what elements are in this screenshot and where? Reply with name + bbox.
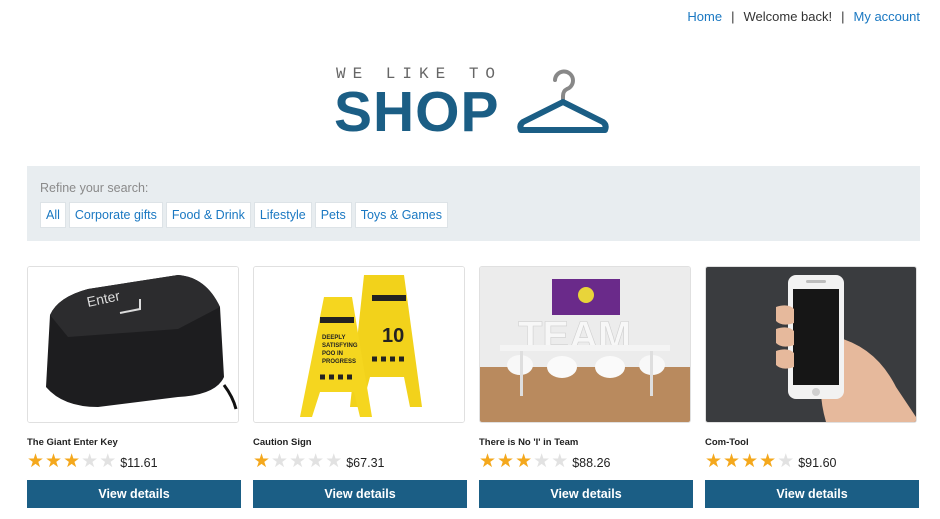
star-icon: ★ <box>759 450 777 472</box>
caution-sign-line: PROGRESS <box>322 359 356 365</box>
my-account-link[interactable]: My account <box>854 9 920 24</box>
nav-separator: | <box>841 9 845 24</box>
star-icon: ★ <box>289 450 307 472</box>
site-logo[interactable]: WE LIKE TO SHOP <box>334 60 624 146</box>
product-image-caution-sign[interactable]: DEEPLY SATISFYING POO IN PROGRESS 10 <box>253 266 465 423</box>
star-icon: ★ <box>497 450 515 472</box>
star-icon: ★ <box>307 450 325 472</box>
star-icon: ★ <box>533 450 551 472</box>
star-icon: ★ <box>27 450 45 472</box>
product-card: Enter The Giant Enter Key ★ ★ ★ ★ ★ $11.61 V… <box>27 266 241 508</box>
welcome-text: Welcome back! <box>743 9 833 24</box>
refine-label: Refine your search: <box>40 181 149 195</box>
logo-wordmark: SHOP <box>334 80 500 144</box>
home-link[interactable]: Home <box>687 9 722 24</box>
star-icon: ★ <box>515 450 533 472</box>
filter-all[interactable]: All <box>40 202 66 228</box>
caution-sign-line: DEEPLY <box>322 335 345 341</box>
product-name: The Giant Enter Key <box>27 437 118 448</box>
filter-lifestyle[interactable]: Lifestyle <box>253 202 312 228</box>
product-name: Caution Sign <box>253 437 312 448</box>
filter-pets[interactable]: Pets <box>314 202 352 228</box>
hanger-icon <box>517 69 609 133</box>
team-letters: TEAM <box>518 314 631 358</box>
product-name: Com-Tool <box>705 437 749 448</box>
caution-sign-line: POO IN <box>322 351 343 357</box>
star-icon: ★ <box>99 450 117 472</box>
product-image-com-tool[interactable] <box>705 266 917 423</box>
star-icon: ★ <box>271 450 289 472</box>
product-rating: ★ ★ ★ ★ ★ $67.31 <box>253 451 467 471</box>
product-price: $88.26 <box>572 455 611 470</box>
product-name: There is No 'I' in Team <box>479 437 579 448</box>
view-details-button[interactable]: View details <box>705 480 919 508</box>
star-icon: ★ <box>551 450 569 472</box>
star-icon: ★ <box>723 450 741 472</box>
view-details-button[interactable]: View details <box>479 480 693 508</box>
star-icon: ★ <box>705 450 723 472</box>
filter-toys-games[interactable]: Toys & Games <box>354 202 448 228</box>
top-nav: Home | Welcome back! | My account <box>687 9 920 24</box>
star-icon: ★ <box>45 450 63 472</box>
caution-sign-line: SATISFYING <box>322 343 358 349</box>
star-icon: ★ <box>479 450 497 472</box>
star-icon: ★ <box>741 450 759 472</box>
view-details-button[interactable]: View details <box>253 480 467 508</box>
star-icon: ★ <box>777 450 795 472</box>
product-image-enter-key[interactable]: Enter <box>27 266 239 423</box>
filter-food-drink[interactable]: Food & Drink <box>165 202 251 228</box>
product-price: $67.31 <box>346 455 385 470</box>
product-card: DEEPLY SATISFYING POO IN PROGRESS 10 Cau… <box>253 266 467 508</box>
nav-separator: | <box>731 9 735 24</box>
product-rating: ★ ★ ★ ★ ★ $88.26 <box>479 451 693 471</box>
view-details-button[interactable]: View details <box>27 480 241 508</box>
caution-number: 10 <box>382 325 404 347</box>
product-rating: ★ ★ ★ ★ ★ $11.61 <box>27 451 241 471</box>
filter-corporate-gifts[interactable]: Corporate gifts <box>68 202 163 228</box>
product-image-team[interactable]: TEAM <box>479 266 691 423</box>
product-price: $11.61 <box>120 455 158 470</box>
product-price: $91.60 <box>798 455 837 470</box>
star-icon: ★ <box>253 450 271 472</box>
product-card: Com-Tool ★ ★ ★ ★ ★ $91.60 View details <box>705 266 919 508</box>
product-card: TEAM There is No 'I' in Team ★ ★ ★ ★ ★ $88.2… <box>479 266 693 508</box>
product-rating: ★ ★ ★ ★ ★ $91.60 <box>705 451 919 471</box>
star-icon: ★ <box>325 450 343 472</box>
refine-search-panel: Refine your search: All Corporate gifts … <box>27 166 920 241</box>
star-icon: ★ <box>63 450 81 472</box>
category-filters: All Corporate gifts Food & Drink Lifesty… <box>40 202 448 228</box>
star-icon: ★ <box>81 450 99 472</box>
